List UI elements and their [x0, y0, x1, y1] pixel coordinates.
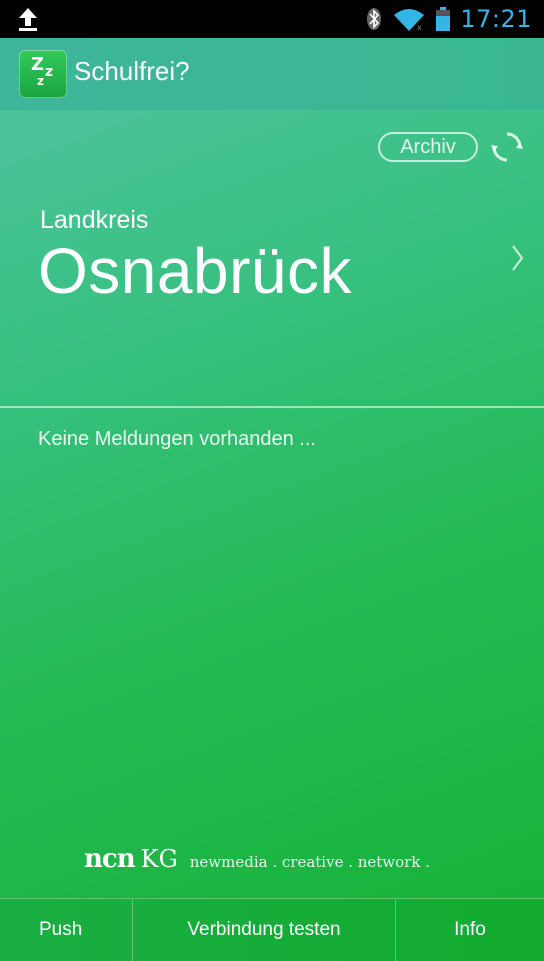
svg-text:x: x	[417, 23, 422, 31]
divider	[0, 406, 544, 408]
zzz-sleep-icon[interactable]: Z z z	[19, 50, 67, 98]
push-button[interactable]: Push	[0, 899, 133, 961]
action-bar: Z z z Schulfrei?	[0, 38, 544, 111]
upload-icon	[19, 8, 37, 31]
chevron-right-icon[interactable]	[508, 242, 526, 274]
bottom-bar: Push Verbindung testen Info	[0, 898, 544, 961]
brand-kg: KG	[140, 845, 178, 873]
wifi-icon: x	[394, 9, 425, 31]
brand-tagline: newmedia . creative . network .	[189, 853, 430, 871]
info-button[interactable]: Info	[396, 899, 544, 961]
main-content: Archiv Landkreis Osnabrück Keine Meldung…	[0, 110, 544, 898]
archive-button[interactable]: Archiv	[378, 132, 478, 162]
district-name[interactable]: Osnabrück	[38, 234, 352, 308]
empty-message: Keine Meldungen vorhanden ...	[38, 428, 316, 450]
brand-ncn: ncn	[84, 844, 136, 874]
brand-logo: ncn KG newmedia . creative . network .	[84, 844, 430, 874]
app-title: Schulfrei?	[74, 56, 190, 86]
bluetooth-icon	[367, 8, 382, 30]
status-time: 17:21	[460, 5, 532, 33]
status-bar: x 17:21	[0, 0, 544, 38]
test-connection-button[interactable]: Verbindung testen	[133, 899, 396, 961]
status-icons: x 17:21	[366, 0, 532, 38]
battery-icon	[436, 7, 451, 31]
district-label: Landkreis	[40, 206, 149, 234]
refresh-icon[interactable]	[490, 130, 524, 164]
